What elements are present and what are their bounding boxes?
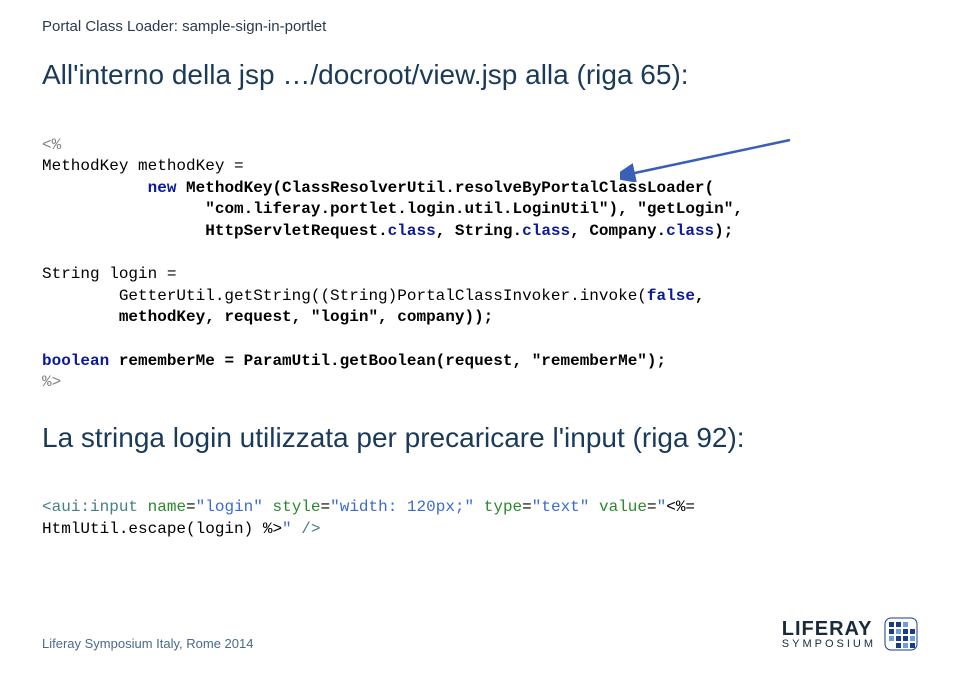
code-line: "com.liferay.portlet.login.util.LoginUti…: [205, 200, 743, 218]
eq: =: [522, 498, 532, 516]
jsp-expr-close: %>: [263, 520, 282, 538]
section-subtitle: La stringa login utilizzata per precaric…: [42, 422, 918, 454]
liferay-logo: LIFERAY SYMPOSIUM: [782, 617, 918, 651]
code-block-2: <aui:input name="login" style="width: 12…: [42, 476, 918, 541]
attr-name: style: [272, 498, 320, 516]
pad: [42, 222, 205, 240]
pad: [42, 179, 148, 197]
tag-close: />: [292, 520, 321, 538]
keyword-class: class: [666, 222, 714, 240]
keyword-false: false: [647, 287, 695, 305]
jsp-close: %>: [42, 373, 61, 391]
code-line: MethodKey(ClassResolverUtil.resolveByPor…: [176, 179, 714, 197]
code-line: , Company.: [570, 222, 666, 240]
attr-name: type: [484, 498, 522, 516]
tag-name: aui:input: [52, 498, 138, 516]
attr-name: name: [148, 498, 186, 516]
code-line: );: [714, 222, 733, 240]
code-line: HttpServletRequest.: [205, 222, 387, 240]
liferay-mark-icon: [884, 617, 918, 651]
attr-value: "width: 120px;": [330, 498, 474, 516]
attr-value-quote: ": [657, 498, 667, 516]
code-line: MethodKey methodKey =: [42, 157, 244, 175]
logo-sub: SYMPOSIUM: [782, 639, 876, 650]
attr-value: "login": [196, 498, 263, 516]
code-line: HtmlUtil.escape(login): [42, 520, 263, 538]
code-line: methodKey, request, "login", company));: [119, 308, 493, 326]
pad: [42, 308, 119, 326]
attr-value: "text": [532, 498, 590, 516]
page-header: Portal Class Loader: sample-sign-in-port…: [42, 18, 918, 35]
code-line: , String.: [436, 222, 522, 240]
keyword-class: class: [522, 222, 570, 240]
sp: [589, 498, 599, 516]
tag-open: <: [42, 498, 52, 516]
eq: =: [186, 498, 196, 516]
eq: =: [647, 498, 657, 516]
pad: [42, 200, 205, 218]
page-footer: Liferay Symposium Italy, Rome 2014 LIFER…: [42, 617, 918, 651]
jsp-expr-open: <%=: [666, 498, 695, 516]
code-block-1: <% MethodKey methodKey = new MethodKey(C…: [42, 113, 918, 394]
code-line: rememberMe = ParamUtil.getBoolean(reques…: [109, 352, 666, 370]
sp: [138, 498, 148, 516]
attr-value-quote: ": [282, 520, 292, 538]
section-title: All'interno della jsp …/docroot/view.jsp…: [42, 59, 918, 91]
pad: [42, 287, 119, 305]
footer-text: Liferay Symposium Italy, Rome 2014: [42, 636, 253, 651]
sp: [474, 498, 484, 516]
attr-name: value: [599, 498, 647, 516]
jsp-open: <%: [42, 136, 61, 154]
keyword-class: class: [388, 222, 436, 240]
keyword-boolean: boolean: [42, 352, 109, 370]
code-line: ,: [695, 287, 705, 305]
logo-brand: LIFERAY: [782, 619, 876, 639]
code-line: GetterUtil.getString((String)PortalClass…: [119, 287, 647, 305]
keyword-new: new: [148, 179, 177, 197]
eq: =: [321, 498, 331, 516]
code-line: String login =: [42, 265, 176, 283]
